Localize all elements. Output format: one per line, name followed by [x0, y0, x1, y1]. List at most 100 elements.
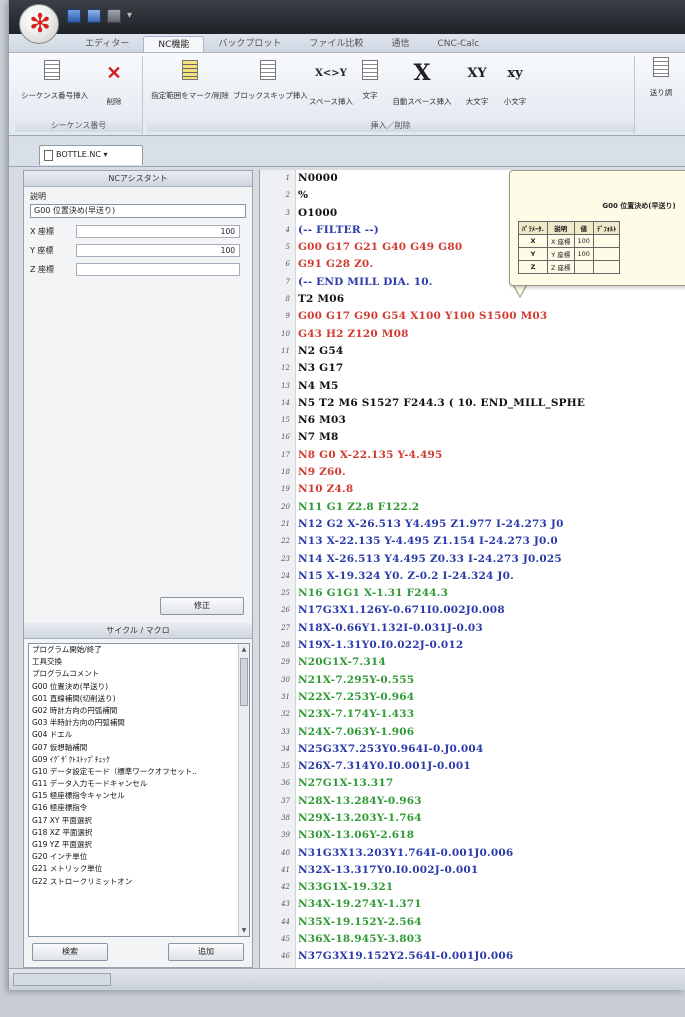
- macro-list-item[interactable]: G21 メトリック単位: [29, 863, 249, 875]
- macro-list-item[interactable]: G17 XY 平面選択: [29, 815, 249, 827]
- macro-list-item[interactable]: G19 YZ 平面選択: [29, 839, 249, 851]
- ribbon-tab[interactable]: CNC-Calc: [423, 36, 493, 52]
- parameter-value-field[interactable]: [76, 263, 240, 276]
- macro-list-scrollbar[interactable]: ▲ ▼: [238, 644, 249, 936]
- code-line[interactable]: 30 N21X-7.295Y-0.555: [260, 672, 685, 689]
- code-line[interactable]: 14 N5 T2 M6 S1527 F244.3 ( 10. END_MILL_S…: [260, 395, 685, 412]
- code-line[interactable]: 28 N19X-1.31Y0.I0.022J-0.012: [260, 637, 685, 654]
- auto-space-button[interactable]: X 自動スペース挿入: [387, 60, 457, 107]
- description-field[interactable]: G00 位置決め(早送り): [30, 204, 246, 218]
- code-line[interactable]: 18 N9 Z60.: [260, 464, 685, 481]
- code-line[interactable]: 22 N13 X-22.135 Y-4.495 Z1.154 I-24.273 J…: [260, 533, 685, 550]
- sequence-delete-button[interactable]: ✕ 削除: [99, 60, 129, 107]
- code-line[interactable]: 32 N23X-7.174Y-1.433: [260, 706, 685, 723]
- code-line[interactable]: 10 G43 H2 Z120 M08: [260, 326, 685, 343]
- code-line[interactable]: 17 N8 G0 X-22.135 Y-4.495: [260, 447, 685, 464]
- undo-icon[interactable]: [107, 9, 121, 23]
- text-button[interactable]: 文字: [357, 60, 383, 101]
- parameter-row: Y 座標 100: [24, 241, 252, 260]
- code-line[interactable]: 8 T2 M06: [260, 291, 685, 308]
- code-line[interactable]: 38 N29X-13.203Y-1.764: [260, 810, 685, 827]
- macro-list-item[interactable]: 工具交換: [29, 656, 249, 668]
- code-line[interactable]: 12 N3 G17: [260, 360, 685, 377]
- code-editor[interactable]: 1 N0000 2% 3 O1000 4 (-- FILTER --) 5 G00 G17 G2…: [259, 170, 685, 968]
- mark-range-button[interactable]: 指定範囲をマーク/削除: [151, 60, 229, 101]
- macro-list-item[interactable]: G10 データ設定モード（標準ワークオフセット..: [29, 766, 249, 778]
- code-line[interactable]: 25 N16 G1G1 X-1.31 F244.3: [260, 585, 685, 602]
- code-line[interactable]: 27 N18X-0.66Y1.132I-0.031J-0.03: [260, 620, 685, 637]
- macro-list-item[interactable]: G22 ストロークリミットオン: [29, 876, 249, 888]
- code-line[interactable]: 16 N7 M8: [260, 429, 685, 446]
- application-menu-button[interactable]: ✻: [19, 4, 59, 44]
- code-line[interactable]: 26 N17G3X1.126Y-0.671I0.002J0.008: [260, 602, 685, 619]
- feed-adjust-button[interactable]: 送り調: [641, 57, 681, 98]
- code-line[interactable]: 44 N35X-19.152Y-2.564: [260, 914, 685, 931]
- search-button[interactable]: 検索: [32, 943, 108, 961]
- code-line[interactable]: 41 N32X-13.317Y0.I0.002J-0.001: [260, 862, 685, 879]
- code-line[interactable]: 34 N25G3X7.253Y0.964I-0.J0.004: [260, 741, 685, 758]
- macro-list-item[interactable]: G03 半時計方向の円弧補間: [29, 717, 249, 729]
- scroll-up-icon[interactable]: ▲: [239, 644, 249, 655]
- open-icon[interactable]: [87, 9, 101, 23]
- code-line[interactable]: 45 N36X-18.945Y-3.803: [260, 931, 685, 948]
- macro-list-item[interactable]: G09 ｲｸﾞｻﾞｸﾄｽﾄｯﾌﾟﾁｪｯｸ: [29, 754, 249, 766]
- macro-list[interactable]: プログラム開始/終了 工具交換 プログラムコメント G00 位置決め(早送り) G01 …: [28, 643, 250, 937]
- macro-list-item[interactable]: プログラム開始/終了: [29, 644, 249, 656]
- macro-list-item[interactable]: G18 XZ 平面選択: [29, 827, 249, 839]
- ribbon-tab[interactable]: ファイル比較: [295, 36, 377, 52]
- modify-button[interactable]: 修正: [160, 597, 244, 615]
- lowercase-button[interactable]: xy 小文字: [497, 60, 533, 107]
- code-text: %: [298, 189, 309, 202]
- macro-list-item[interactable]: G16 極座標指令: [29, 802, 249, 814]
- code-line[interactable]: 36 N27G1X-13.317: [260, 775, 685, 792]
- ribbon-tab[interactable]: 通信: [377, 36, 423, 52]
- macro-list-item[interactable]: G02 時計方向の円弧補間: [29, 705, 249, 717]
- auto-space-icon: X: [413, 60, 431, 86]
- macro-list-item[interactable]: G01 直線補間(切削送り): [29, 693, 249, 705]
- code-text: N23X-7.174Y-1.433: [298, 708, 415, 721]
- parameter-value-field[interactable]: 100: [76, 244, 240, 257]
- qat-customize-icon[interactable]: ▾: [127, 9, 132, 23]
- code-line[interactable]: 46 N37G3X19.152Y2.564I-0.001J0.006: [260, 948, 685, 965]
- document-tab[interactable]: BOTTLE.NC ▾: [39, 145, 143, 165]
- code-line[interactable]: 11 N2 G54: [260, 343, 685, 360]
- add-button[interactable]: 追加: [168, 943, 244, 961]
- code-line[interactable]: 35 N26X-7.314Y0.I0.001J-0.001: [260, 758, 685, 775]
- macro-list-item[interactable]: G15 極座標指令キャンセル: [29, 790, 249, 802]
- code-line[interactable]: 29 N20G1X-7.314: [260, 654, 685, 671]
- space-insert-button[interactable]: X<>Y スペース挿入: [307, 60, 355, 107]
- code-line[interactable]: 21 N12 G2 X-26.513 Y4.495 Z1.977 I-24.273…: [260, 516, 685, 533]
- macro-list-item[interactable]: G11 データ入力モードキャンセル: [29, 778, 249, 790]
- code-line[interactable]: 9 G00 G17 G90 G54 X100 Y100 S1500 M03: [260, 308, 685, 325]
- code-line[interactable]: 40 N31G3X13.203Y1.764I-0.001J0.006: [260, 845, 685, 862]
- ribbon-tab[interactable]: NC機能: [143, 36, 205, 52]
- code-line[interactable]: 43 N34X-19.274Y-1.371: [260, 896, 685, 913]
- code-line[interactable]: 33 N24X-7.063Y-1.906: [260, 724, 685, 741]
- tab-dropdown-icon[interactable]: ▾: [103, 150, 107, 159]
- block-skip-button[interactable]: ブロックスキップ挿入: [233, 60, 308, 101]
- code-line[interactable]: 23 N14 X-26.513 Y4.495 Z0.33 I-24.273 J0.…: [260, 551, 685, 568]
- macro-list-item[interactable]: G20 インチ単位: [29, 851, 249, 863]
- macro-list-item[interactable]: プログラムコメント: [29, 668, 249, 680]
- code-line[interactable]: 42 N33G1X-19.321: [260, 879, 685, 896]
- sequence-number-insert-button[interactable]: シーケンス番号挿入: [21, 60, 88, 101]
- line-number: 30: [281, 675, 290, 684]
- parameter-value-field[interactable]: 100: [76, 225, 240, 238]
- ribbon-tab[interactable]: バックプロット: [204, 36, 295, 52]
- code-line[interactable]: 24 N15 X-19.324 Y0. Z-0.2 I-24.324 J0.: [260, 568, 685, 585]
- code-line[interactable]: 15 N6 M03: [260, 412, 685, 429]
- save-icon[interactable]: [67, 9, 81, 23]
- code-line[interactable]: 37 N28X-13.284Y-0.963: [260, 793, 685, 810]
- macro-list-item[interactable]: G00 位置決め(早送り): [29, 681, 249, 693]
- scroll-down-icon[interactable]: ▼: [239, 925, 249, 936]
- code-line[interactable]: 31 N22X-7.253Y-0.964: [260, 689, 685, 706]
- scrollbar-thumb[interactable]: [240, 658, 248, 706]
- uppercase-button[interactable]: XY 大文字: [459, 60, 495, 107]
- macro-list-item[interactable]: G07 仮想軸補間: [29, 742, 249, 754]
- code-line[interactable]: 20 N11 G1 Z2.8 F122.2: [260, 499, 685, 516]
- code-line[interactable]: 19 N10 Z4.8: [260, 481, 685, 498]
- ribbon-tab[interactable]: エディター: [71, 36, 143, 52]
- code-line[interactable]: 39 N30X-13.06Y-2.618: [260, 827, 685, 844]
- macro-list-item[interactable]: G04 ドエル: [29, 729, 249, 741]
- code-line[interactable]: 13 N4 M5: [260, 378, 685, 395]
